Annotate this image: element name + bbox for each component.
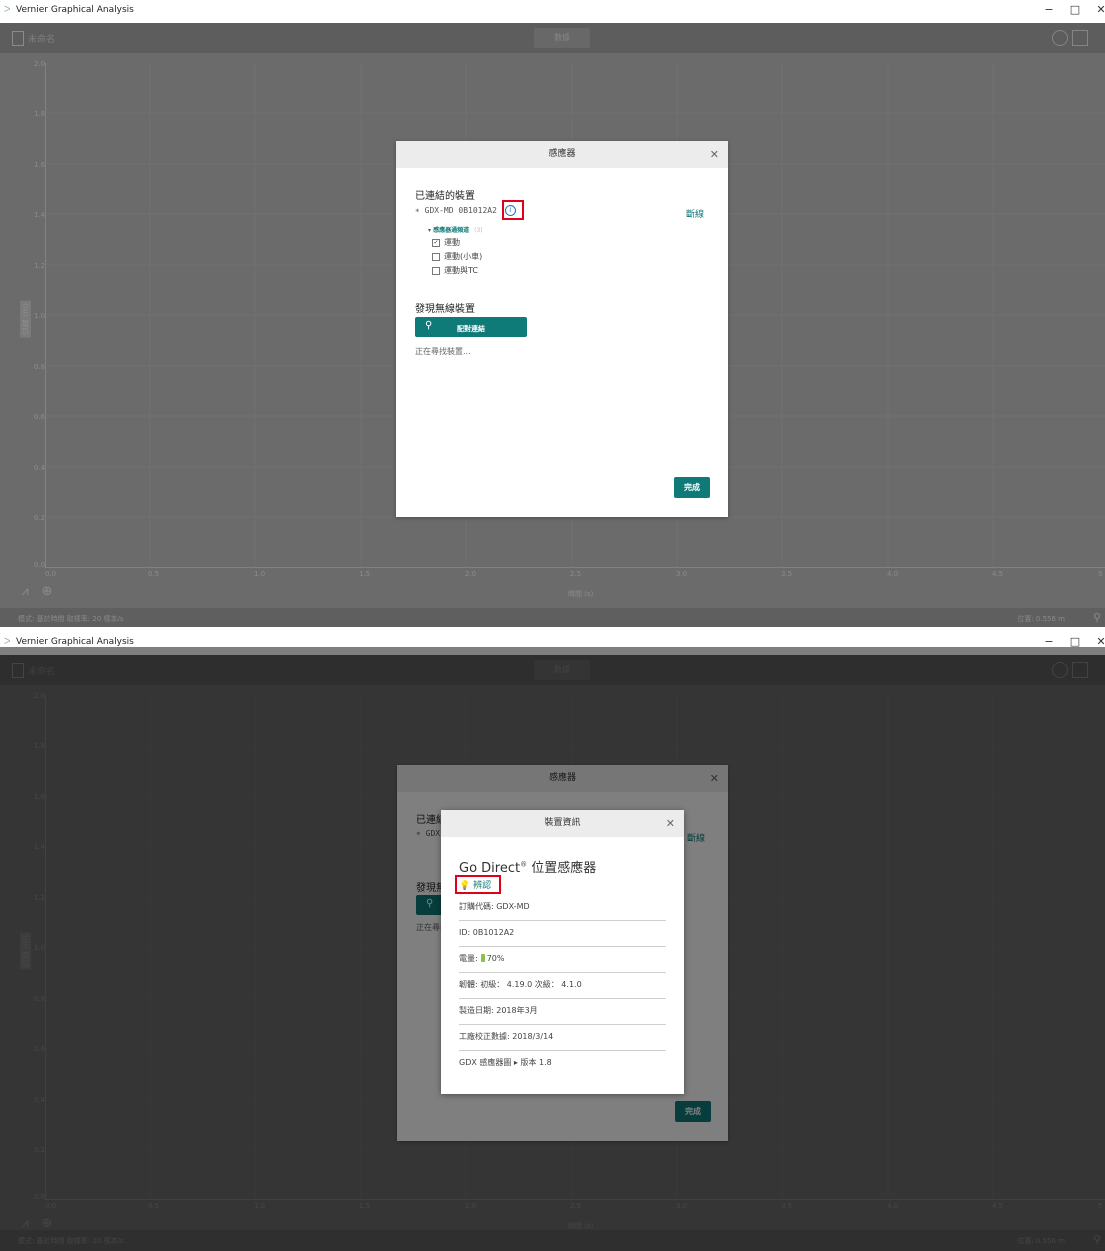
- x-tick: 2.5: [570, 570, 582, 578]
- y-tick: 0.6: [34, 413, 46, 421]
- channel-label: 運動(小車): [444, 252, 483, 261]
- highlight-box: [502, 200, 524, 220]
- y-tick: 0.0: [34, 561, 46, 569]
- y-tick: 2.0: [34, 60, 46, 68]
- live-reading: 位置: 0.556 m: [1017, 615, 1065, 623]
- file-name[interactable]: 未命名: [28, 32, 55, 45]
- channel-checkbox[interactable]: ✓: [432, 238, 440, 247]
- connected-devices-heading: 已連結的裝置: [415, 191, 475, 202]
- bluetooth-icon: ∗: [415, 206, 420, 215]
- close-window-icon[interactable]: ✕: [1094, 3, 1105, 16]
- y-axis-label[interactable]: 位置 (m): [20, 301, 31, 338]
- battery-level: 電量: 70%: [459, 946, 666, 973]
- product-name: Go Direct® 位置感應器: [459, 860, 597, 876]
- pair-button-label: 配對連結: [457, 325, 485, 333]
- screenshot-before: ᐳ Vernier Graphical Analysis − □ ✕ 未命名 數…: [0, 0, 1105, 627]
- layout-icon[interactable]: [1072, 30, 1088, 46]
- dialog-title: 裝置資訊: [441, 810, 684, 837]
- dialog-title: 感應器: [396, 141, 728, 168]
- collection-mode-text[interactable]: 模式: 基於時間 取樣率: 20 樣本/s: [18, 614, 124, 624]
- channel-checkbox[interactable]: [432, 266, 440, 275]
- order-code: 訂購代碼: GDX-MD: [459, 894, 666, 921]
- x-tick: 2.0: [465, 570, 477, 578]
- title-bar: ᐳ Vernier Graphical Analysis − □ ✕: [0, 0, 1105, 23]
- device-name: GDX-MD 0B1012A2: [424, 206, 497, 215]
- close-icon[interactable]: ✕: [710, 141, 719, 168]
- channels-header: 感應器通頻道: [433, 227, 470, 234]
- y-tick: 0.2: [34, 514, 46, 522]
- sensor-icon[interactable]: ⚲: [1093, 611, 1101, 624]
- y-tick: 1.4: [34, 211, 46, 219]
- channel-checkbox[interactable]: [432, 252, 440, 261]
- vernier-logo-icon: ᐳ: [4, 637, 11, 647]
- y-tick: 1.8: [34, 110, 46, 118]
- device-id: ID: 0B1012A2: [459, 920, 666, 947]
- x-tick: 1.0: [254, 570, 266, 578]
- discover-heading: 發現無線裝置: [415, 304, 475, 315]
- check-icon[interactable]: [1052, 30, 1068, 46]
- x-axis-label[interactable]: 時間 (s): [568, 589, 593, 599]
- battery-icon: [480, 954, 485, 962]
- manufacture-date: 製造日期: 2018年3月: [459, 998, 666, 1025]
- disconnect-link[interactable]: 斷線: [686, 207, 704, 220]
- firmware-version: 韌體: 初級： 4.19.0 次級： 4.1.0: [459, 972, 666, 999]
- y-tick: 1.2: [34, 262, 46, 270]
- graph-tools-icon[interactable]: ⩘: [17, 584, 33, 600]
- searching-status: 正在尋找裝置...: [415, 347, 471, 356]
- pair-button[interactable]: ⚲ 配對連結: [415, 317, 527, 337]
- file-icon[interactable]: [12, 31, 24, 46]
- maximize-icon[interactable]: □: [1068, 3, 1082, 16]
- y-tick: 0.4: [34, 464, 46, 472]
- done-button[interactable]: 完成: [674, 477, 710, 498]
- y-tick: 1.6: [34, 161, 46, 169]
- vernier-logo-icon: ᐳ: [4, 5, 11, 15]
- mode-button[interactable]: 數據: [534, 28, 590, 48]
- status-bar: 模式: 基於時間 取樣率: 20 樣本/s 位置: 0.556 m ⚲: [0, 608, 1105, 627]
- channel-label: 運動: [444, 238, 460, 247]
- window-title: Vernier Graphical Analysis: [16, 637, 134, 647]
- x-tick: 3.0: [676, 570, 688, 578]
- close-icon[interactable]: ✕: [666, 810, 675, 837]
- device-info-dialog: 裝置資訊 ✕ Go Direct® 位置感應器 💡 辨認 訂購代碼: GDX-M…: [441, 810, 684, 1094]
- x-tick: 3.5: [781, 570, 793, 578]
- x-tick: 4.0: [887, 570, 899, 578]
- highlight-box: [455, 875, 501, 894]
- x-tick: 5: [1098, 570, 1103, 578]
- channels-count: (3): [474, 227, 483, 234]
- x-tick: 0.5: [148, 570, 160, 578]
- calibration-date: 工廠校正數據: 2018/3/14: [459, 1024, 666, 1051]
- channel-row[interactable]: 運動(小車): [432, 251, 482, 262]
- minimize-icon[interactable]: −: [1042, 3, 1056, 16]
- channel-row[interactable]: ✓ 運動: [432, 237, 460, 248]
- window-title: Vernier Graphical Analysis: [16, 5, 134, 15]
- toolbar: 未命名 數據: [0, 23, 1105, 53]
- zoom-icon[interactable]: ⊕: [39, 584, 55, 600]
- channel-row[interactable]: 運動與TC: [432, 265, 478, 276]
- connected-device: ∗ GDX-MD 0B1012A2 i: [415, 205, 516, 216]
- channel-label: 運動與TC: [444, 266, 479, 275]
- y-tick: 1.0: [34, 312, 46, 320]
- y-tick: 0.8: [34, 363, 46, 371]
- screenshot-after: ᐳ Vernier Graphical Analysis − □ ✕ 未命名 數…: [0, 632, 1105, 1251]
- channels-toggle[interactable]: ▾ 感應器通頻道 (3): [428, 225, 483, 234]
- sensor-map-version[interactable]: GDX 感應器圖 ▸ 版本 1.8: [459, 1050, 666, 1076]
- x-tick: 1.5: [359, 570, 371, 578]
- x-tick: 4.5: [992, 570, 1004, 578]
- sensors-dialog: 感應器 ✕ 已連結的裝置 ∗ GDX-MD 0B1012A2 i 斷線 ▾ 感應…: [396, 141, 728, 517]
- x-tick: 0.0: [45, 570, 57, 578]
